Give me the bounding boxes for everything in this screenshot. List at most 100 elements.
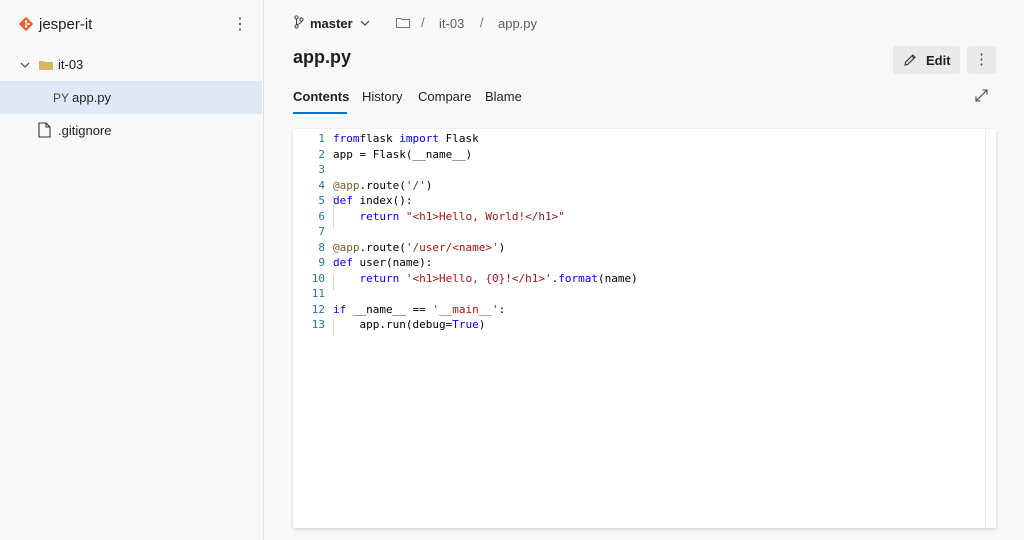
code-line: 4 @app.route('/') [293,178,983,194]
line-number: 8 [318,240,325,254]
code-token: '/user/<name>' [405,240,499,254]
page-title: app.py [293,47,352,67]
repo-more-button[interactable]: ⋮ [232,14,248,36]
line-number: 2 [318,147,325,161]
code-token: flask [359,132,400,145]
code-token: ) [498,240,506,254]
expand-icon[interactable] [974,88,989,103]
code-text: fromflask import Flask [333,131,479,147]
line-number: 9 [318,256,325,269]
code-line: 10 return '<h1>Hello, {0}!</h1>'.format(… [293,271,983,287]
tree-item-file-gitignore[interactable]: .gitignore [0,114,262,147]
code-text: def user(name): [333,255,432,271]
code-line: 7 [293,224,983,240]
code-line: 5 def index(): [293,193,983,209]
code-line: 3 [293,162,983,178]
more-actions-button[interactable]: ⋮ [967,46,996,74]
code-line: 12 if __name__ == '__main__': [293,302,983,318]
code-line: 2 app = Flask(__name__) [293,147,983,163]
folder-icon [39,61,53,70]
python-file-icon: PY [53,91,70,105]
code-token: app = Flask(__name__) [333,147,473,161]
line-number: 4 [318,178,325,192]
breadcrumb-item-it-03[interactable]: it-03 [439,16,464,31]
repo-name: jesper-it [39,16,93,33]
code-token: app.run(debug= [333,318,453,331]
code-text: app = Flask(__name__) [333,147,472,163]
tab-history[interactable]: History [362,89,402,104]
code-token: Flask [439,132,479,145]
line-number: 10 [311,271,325,285]
code-token: ) [478,318,486,331]
code-token: __name__ == [346,302,433,316]
code-token: format [558,271,598,285]
code-token: if [333,302,347,316]
tree-item-label: .gitignore [58,123,112,138]
sidebar: jesper-it ⋮ it-03 PY app.py .gitignore [0,0,264,540]
breadcrumb-item-app-py[interactable]: app.py [498,16,537,31]
code-token: @app [333,240,360,254]
line-number: 5 [318,194,325,207]
line-number: 1 [318,132,325,145]
tree-item-label: it-03 [58,57,84,72]
branch-selector[interactable]: master [310,16,353,31]
code-line: 6 return "<h1>Hello, World!</h1>" [293,209,983,225]
chevron-down-icon [20,62,30,68]
code-token: '/' [405,178,426,192]
pencil-icon [904,54,916,66]
indent-guide [333,320,334,336]
code-token: user(name): [352,256,433,269]
code-text: @app.route('/user/<name>') [333,240,505,256]
line-number: 12 [311,302,325,316]
code-token: : [498,302,506,316]
code-token: .route( [359,178,406,192]
tab-contents[interactable]: Contents [293,89,349,104]
code-token: index(): [352,194,413,207]
code-line: 13 app.run(debug=True) [293,317,983,333]
folder-outline-icon[interactable] [396,18,410,28]
tree-item-folder-it-03[interactable]: it-03 [0,48,262,81]
breadcrumb-bar: master / it-03 / app.py [264,0,1024,46]
tree-item-file-app-py[interactable]: PY app.py [0,81,262,114]
code-token: '__main__' [432,302,499,316]
edit-button-label: Edit [926,53,951,68]
chevron-down-icon[interactable] [360,19,370,27]
code-token: import [399,132,439,145]
code-text: app.run(debug=True) [333,317,485,333]
code-text: if __name__ == '__main__': [333,302,505,318]
code-line: 8 @app.route('/user/<name>') [293,240,983,256]
line-number: 3 [318,163,325,176]
code-token: ) [425,178,433,192]
line-number: 6 [318,209,325,223]
line-number: 11 [311,287,325,300]
code-token: return [359,271,400,285]
indent-guide [333,197,334,228]
repo-header[interactable]: jesper-it ⋮ [0,0,264,50]
git-repo-icon [19,17,33,31]
code-viewer[interactable]: 1 fromflask import Flask 2 app = Flask(__na… [293,129,996,528]
code-text: @app.route('/') [333,178,432,194]
indent-guide [333,275,334,290]
tab-blame[interactable]: Blame [485,89,522,104]
code-token: '<h1>Hello, {0}!</h1>' [405,271,552,285]
code-line: 11 [293,286,983,302]
active-tab-indicator [293,112,347,114]
code-token: @app [333,178,360,192]
breadcrumb-separator: / [421,15,425,30]
tab-compare[interactable]: Compare [418,89,471,104]
code-line: 9 def user(name): [293,255,983,271]
edit-button[interactable]: Edit [893,46,960,74]
scrollbar[interactable] [985,129,996,528]
code-token: def [333,194,353,207]
code-text: def index(): [333,193,412,209]
line-number: 13 [311,318,325,331]
file-icon [38,122,51,138]
code-line: 1 fromflask import Flask [293,131,983,147]
branch-icon [294,15,304,29]
code-token: "<h1>Hello, World!</h1>" [405,209,565,223]
tree-item-label: app.py [72,90,112,105]
breadcrumb-separator: / [480,15,484,30]
code-token: True [452,318,479,331]
